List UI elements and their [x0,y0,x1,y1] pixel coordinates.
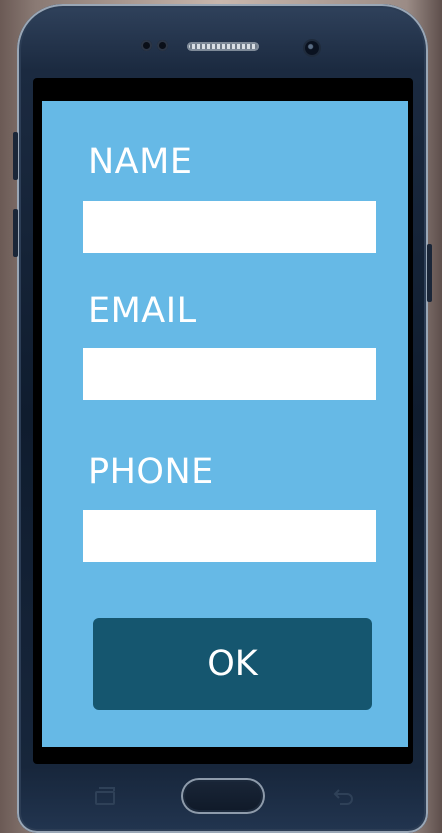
camera-icon [305,41,319,55]
name-label: NAME [88,142,193,182]
earpiece-icon [187,42,259,51]
name-field[interactable] [83,201,376,253]
volume-button[interactable] [13,132,18,180]
app-screen: NAME EMAIL PHONE OK [42,101,408,747]
light-sensor-icon [157,40,168,51]
ok-button[interactable]: OK [93,618,372,710]
home-button[interactable] [181,778,265,814]
phone-field[interactable] [83,510,376,562]
recent-apps-icon[interactable] [95,787,115,805]
hardware-nav-bar [17,764,428,833]
email-label: EMAIL [88,291,197,331]
power-button[interactable] [427,244,432,302]
proximity-sensor-icon [141,40,152,51]
volume-button-lower[interactable] [13,209,18,257]
back-icon[interactable] [332,788,354,806]
phone-label: PHONE [88,452,214,492]
email-field[interactable] [83,348,376,400]
